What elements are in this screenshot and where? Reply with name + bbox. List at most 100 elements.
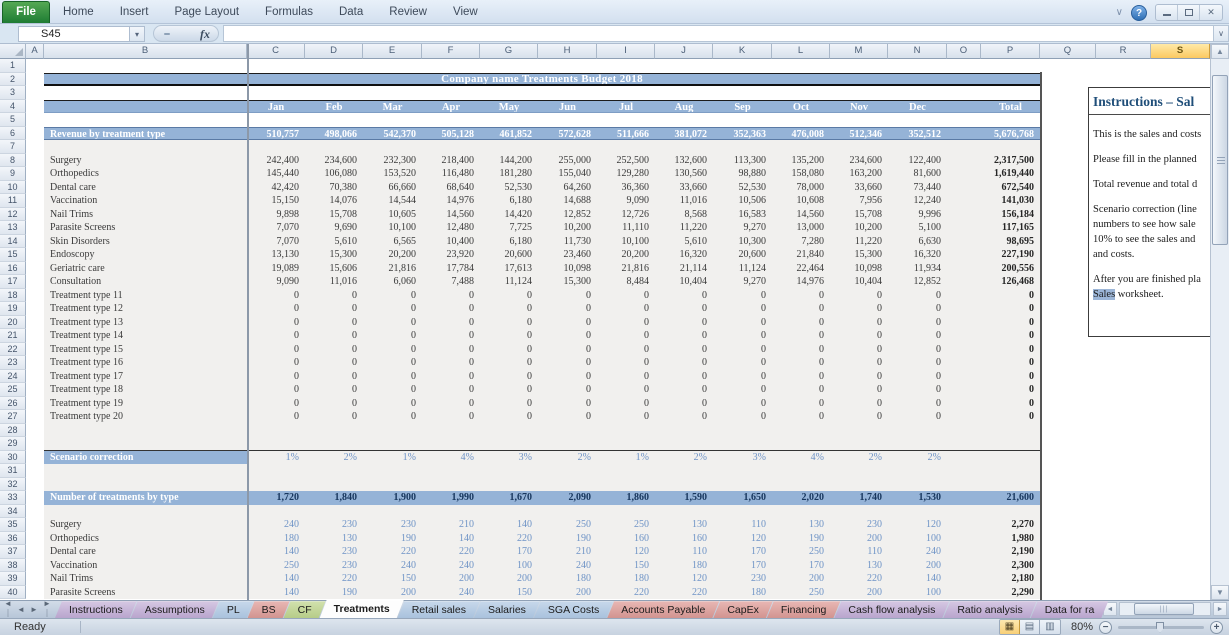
cell[interactable]: 0 <box>713 343 772 357</box>
cell[interactable]: 180 <box>597 572 655 586</box>
cell[interactable]: 0 <box>713 302 772 316</box>
row-header-25[interactable]: 25 <box>0 383 26 397</box>
row-total[interactable]: 141,030 <box>981 194 1040 208</box>
cell[interactable]: 1,720 <box>247 491 305 505</box>
cell[interactable]: 130 <box>305 532 363 546</box>
cell[interactable]: 352,363 <box>713 127 772 141</box>
row-total[interactable]: 0 <box>981 410 1040 424</box>
cell[interactable]: 0 <box>713 383 772 397</box>
cell[interactable]: 23,460 <box>538 248 597 262</box>
cell[interactable]: 0 <box>247 329 305 343</box>
row-total[interactable]: 0 <box>981 329 1040 343</box>
cell[interactable]: 120 <box>597 545 655 559</box>
cell[interactable]: 0 <box>830 383 888 397</box>
cell[interactable]: 170 <box>480 545 538 559</box>
cell[interactable]: 0 <box>247 383 305 397</box>
cell[interactable]: 0 <box>713 329 772 343</box>
sheet-tab-instructions[interactable]: Instructions <box>55 601 137 618</box>
cell[interactable]: 0 <box>305 370 363 384</box>
cell[interactable]: 10,404 <box>830 275 888 289</box>
vertical-scroll-track[interactable] <box>1211 59 1229 585</box>
cell[interactable]: 0 <box>538 289 597 303</box>
cell[interactable]: 12,852 <box>538 208 597 222</box>
cell[interactable]: Feb <box>305 100 363 114</box>
cell[interactable] <box>26 532 44 546</box>
cell[interactable]: 9,270 <box>713 221 772 235</box>
column-header-A[interactable]: A <box>26 44 44 59</box>
cell[interactable]: 220 <box>830 572 888 586</box>
cell[interactable]: Jan <box>247 100 305 114</box>
cell[interactable]: 130 <box>830 559 888 573</box>
row-header-33[interactable]: 33 <box>0 491 26 505</box>
cell[interactable]: 3% <box>713 451 772 465</box>
cell[interactable]: 252,500 <box>597 154 655 168</box>
cell[interactable]: 0 <box>247 316 305 330</box>
cell[interactable]: 180 <box>655 559 713 573</box>
row-header-14[interactable]: 14 <box>0 235 26 249</box>
cell[interactable]: 0 <box>480 410 538 424</box>
minimize-window-button[interactable] <box>1156 5 1178 20</box>
row-total[interactable]: 126,468 <box>981 275 1040 289</box>
cell[interactable]: 16,583 <box>713 208 772 222</box>
cell[interactable]: 3% <box>480 451 538 465</box>
ribbon-tab-home[interactable]: Home <box>50 1 107 23</box>
cell[interactable]: 0 <box>422 410 480 424</box>
cell[interactable]: 0 <box>363 289 422 303</box>
cell[interactable]: 129,280 <box>597 167 655 181</box>
cell[interactable]: 220 <box>655 586 713 600</box>
cell[interactable]: 15,300 <box>305 248 363 262</box>
cells-q-r-s[interactable] <box>1040 424 1210 438</box>
cell[interactable] <box>947 154 981 168</box>
row-total[interactable]: 200,556 <box>981 262 1040 276</box>
cell[interactable]: 0 <box>597 356 655 370</box>
cell[interactable]: 66,660 <box>363 181 422 195</box>
cell[interactable] <box>947 572 981 586</box>
cell[interactable]: 0 <box>597 316 655 330</box>
row-label[interactable]: Vaccination <box>44 194 247 208</box>
cell[interactable]: 0 <box>830 370 888 384</box>
cell[interactable]: Jun <box>538 100 597 114</box>
cell[interactable]: 0 <box>538 397 597 411</box>
cell[interactable]: 0 <box>538 302 597 316</box>
scroll-down-icon[interactable]: ▼ <box>1211 585 1229 600</box>
cells-q-r-s[interactable] <box>1040 464 1210 478</box>
cell[interactable]: 0 <box>772 383 830 397</box>
cell[interactable]: 140 <box>888 572 947 586</box>
row-header-29[interactable]: 29 <box>0 437 26 451</box>
cell[interactable]: 7,956 <box>830 194 888 208</box>
cell[interactable]: 0 <box>363 302 422 316</box>
help-icon[interactable]: ? <box>1131 5 1147 21</box>
cell[interactable]: 0 <box>247 397 305 411</box>
cell[interactable]: 0 <box>305 289 363 303</box>
cell[interactable]: 512,346 <box>830 127 888 141</box>
cell[interactable] <box>26 518 44 532</box>
cell[interactable] <box>26 464 44 478</box>
cell[interactable] <box>947 194 981 208</box>
cell[interactable]: 542,370 <box>363 127 422 141</box>
cell[interactable]: 153,520 <box>363 167 422 181</box>
cell[interactable]: 0 <box>888 343 947 357</box>
cell[interactable]: 0 <box>480 397 538 411</box>
row-total[interactable]: 672,540 <box>981 181 1040 195</box>
count-band-label[interactable]: Number of treatments by type <box>44 491 247 505</box>
cell[interactable]: 0 <box>480 370 538 384</box>
row-header-24[interactable]: 24 <box>0 370 26 384</box>
cell[interactable]: 0 <box>830 397 888 411</box>
cell[interactable]: 0 <box>363 329 422 343</box>
row-total[interactable]: 2,317,500 <box>981 154 1040 168</box>
cell[interactable]: 180 <box>247 532 305 546</box>
cell[interactable]: 0 <box>655 302 713 316</box>
cell[interactable]: 0 <box>422 356 480 370</box>
cell[interactable]: 120 <box>655 572 713 586</box>
cells-q-r-s[interactable] <box>1040 370 1210 384</box>
cell[interactable]: 10,404 <box>655 275 713 289</box>
cells-q-r-s[interactable] <box>1040 59 1210 73</box>
cell[interactable]: 200 <box>830 532 888 546</box>
row-label[interactable]: Orthopedics <box>44 532 247 546</box>
zoom-level[interactable]: 80% <box>1071 621 1093 633</box>
cell[interactable]: 230 <box>305 518 363 532</box>
cell[interactable]: 0 <box>888 397 947 411</box>
cell[interactable]: 155,040 <box>538 167 597 181</box>
cell[interactable] <box>26 275 44 289</box>
cell[interactable]: 100 <box>888 586 947 600</box>
